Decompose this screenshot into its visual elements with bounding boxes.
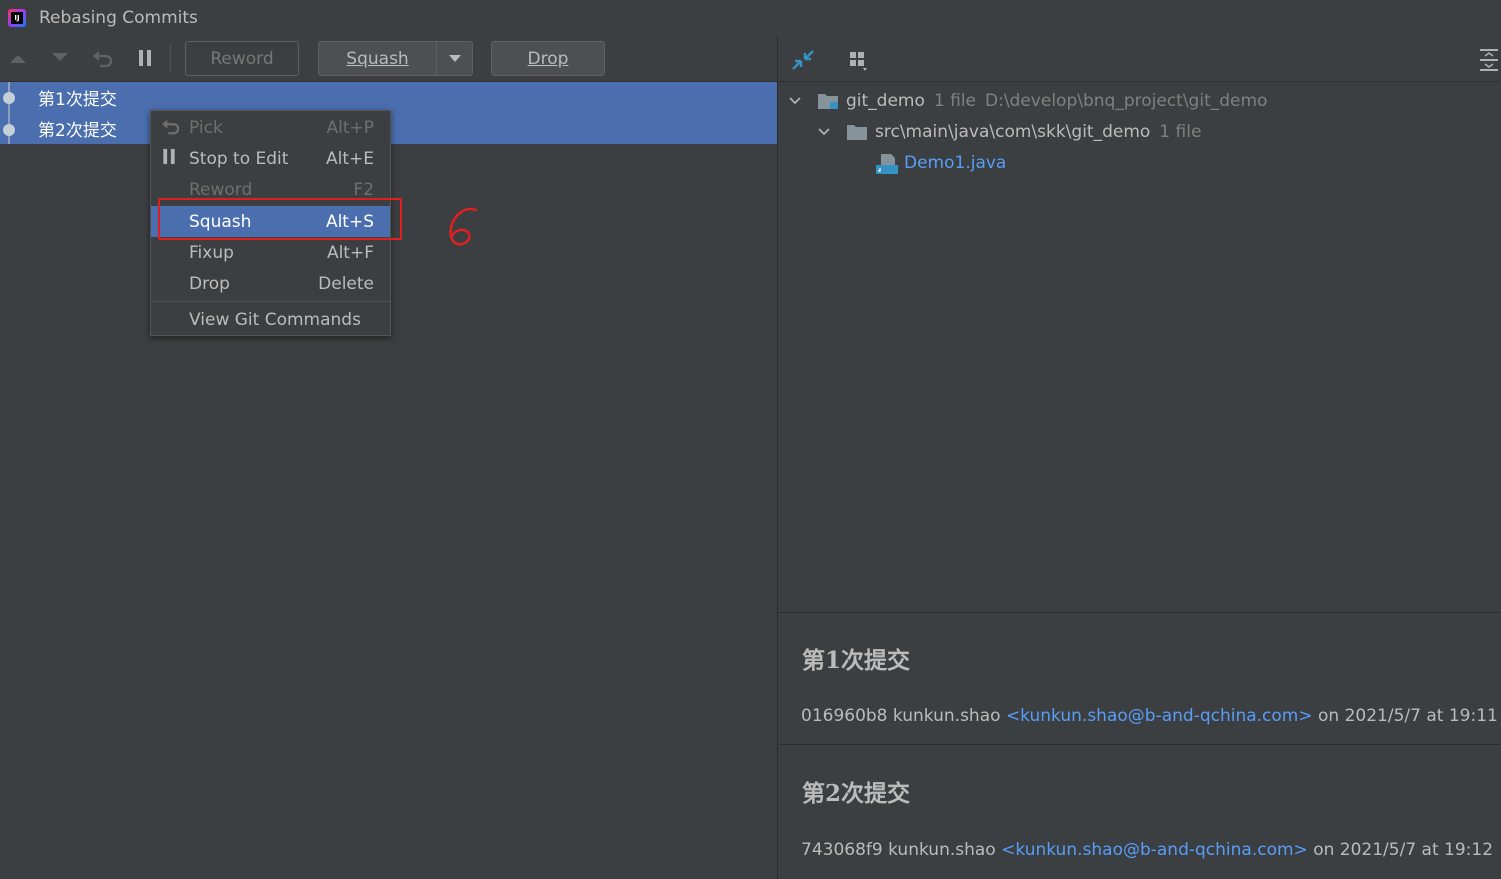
menu-item-drop[interactable]: Drop Delete: [151, 268, 390, 299]
module-folder-icon: [818, 94, 838, 109]
tree-node-folder[interactable]: src\main\java\com\skk\git_demo 1 file: [778, 116, 1501, 147]
commit-hash: 743068f9: [801, 840, 883, 860]
commit-label: 第1次提交: [38, 90, 117, 110]
tree-node-root[interactable]: git_demo 1 file D:\develop\bnq_project\git…: [778, 85, 1501, 116]
java-file-icon: [876, 154, 898, 174]
reword-button[interactable]: Reword: [185, 41, 299, 76]
tree-node-count: 1 file: [933, 90, 977, 111]
commit-email-link[interactable]: <kunkun.shao@b-and-qchina.com>: [1006, 706, 1313, 726]
commit-date: on 2021/5/7 at 19:12: [1313, 840, 1494, 860]
commit-details-info: 016960b8 kunkun.shao <kunkun.shao@b-and-…: [801, 706, 1498, 726]
menu-item-label: Reword: [189, 179, 253, 200]
rebase-toolbar: Reword Squash Drop: [0, 36, 777, 82]
tree-node-file[interactable]: Demo1.java: [778, 147, 1501, 178]
commit-details-title: 第2次提交: [802, 780, 911, 807]
commit-author: kunkun.shao: [888, 840, 996, 860]
chevron-down-icon: [448, 55, 461, 62]
changes-panel: git_demo 1 file D:\develop\bnq_project\git…: [778, 36, 1501, 879]
commit-author: kunkun.shao: [892, 706, 1001, 726]
menu-item-shortcut: Alt+P: [326, 117, 374, 138]
squash-button[interactable]: Squash: [318, 41, 437, 76]
commit-hash: 016960b8: [801, 706, 888, 726]
menu-item-label: Stop to Edit: [189, 148, 289, 169]
tree-node-name: Demo1.java: [904, 152, 1007, 173]
menu-item-shortcut: Alt+S: [325, 211, 374, 232]
title-bar: IJ Rebasing Commits: [0, 0, 1501, 36]
logo-text: IJ: [11, 12, 23, 24]
folder-icon: [847, 125, 867, 140]
menu-item-label: Drop: [189, 273, 230, 294]
intellij-logo-icon: IJ: [8, 9, 26, 27]
chevron-down-icon[interactable]: [788, 94, 802, 108]
menu-item-pick[interactable]: Pick Alt+P: [151, 112, 390, 143]
pause-icon[interactable]: [133, 46, 157, 70]
menu-item-label: Fixup: [189, 242, 234, 263]
expand-all-icon[interactable]: [1478, 48, 1501, 72]
commit-details: 第1次提交 016960b8 kunkun.shao <kunkun.shao@…: [778, 613, 1501, 879]
menu-item-fixup[interactable]: Fixup Alt+F: [151, 237, 390, 268]
menu-item-reword[interactable]: Reword F2: [151, 174, 390, 205]
tree-node-name: git_demo: [846, 90, 925, 111]
menu-item-shortcut: Alt+E: [325, 148, 374, 169]
menu-item-shortcut: F2: [353, 179, 374, 200]
collapse-diff-icon[interactable]: [791, 48, 815, 72]
menu-item-label: Pick: [189, 117, 223, 138]
menu-item-view-git-commands[interactable]: View Git Commands: [151, 304, 390, 335]
menu-item-shortcut: Delete: [318, 273, 374, 294]
context-menu: Pick Alt+P Stop to Edit Alt+E Reword F2 …: [150, 110, 391, 336]
drop-button[interactable]: Drop: [491, 41, 605, 76]
chevron-down-icon[interactable]: [817, 125, 831, 139]
commit-details-title: 第1次提交: [802, 647, 911, 674]
changes-toolbar: [778, 36, 1501, 82]
commit-graph-node: [3, 92, 15, 104]
menu-item-label: Squash: [189, 211, 252, 232]
drop-button-label: Drop: [527, 48, 569, 69]
arrow-down-icon[interactable]: [48, 46, 72, 70]
commit-details-info: 743068f9 kunkun.shao <kunkun.shao@b-and-…: [801, 840, 1493, 860]
commit-row[interactable]: 第1次提交: [0, 82, 777, 113]
menu-item-shortcut: Alt+F: [326, 242, 374, 263]
commit-graph-node: [3, 124, 15, 136]
details-separator: [778, 744, 1501, 745]
commit-email-link[interactable]: <kunkun.shao@b-and-qchina.com>: [1001, 840, 1308, 860]
squash-button-label: Squash: [346, 48, 409, 69]
tree-node-path: D:\develop\bnq_project\git_demo: [985, 90, 1268, 111]
toolbar-separator: [170, 44, 171, 72]
tree-node-name: src\main\java\com\skk\git_demo: [875, 121, 1151, 142]
group-by-icon[interactable]: [848, 48, 872, 72]
menu-item-squash[interactable]: Squash Alt+S: [151, 206, 390, 237]
tree-node-count: 1 file: [1159, 121, 1202, 142]
commit-label: 第2次提交: [38, 121, 117, 141]
undo-icon: [161, 117, 181, 139]
window-title: Rebasing Commits: [39, 8, 198, 28]
changes-tree: git_demo 1 file D:\develop\bnq_project\git…: [778, 83, 1501, 613]
commit-date: on 2021/5/7 at 19:11: [1318, 706, 1498, 726]
undo-icon[interactable]: [91, 46, 115, 70]
menu-item-label: View Git Commands: [189, 309, 361, 330]
menu-item-stop-to-edit[interactable]: Stop to Edit Alt+E: [151, 143, 390, 174]
arrow-up-icon[interactable]: [6, 46, 30, 70]
pause-icon: [162, 148, 176, 169]
squash-dropdown-button[interactable]: [436, 41, 473, 76]
menu-separator: [151, 301, 390, 302]
